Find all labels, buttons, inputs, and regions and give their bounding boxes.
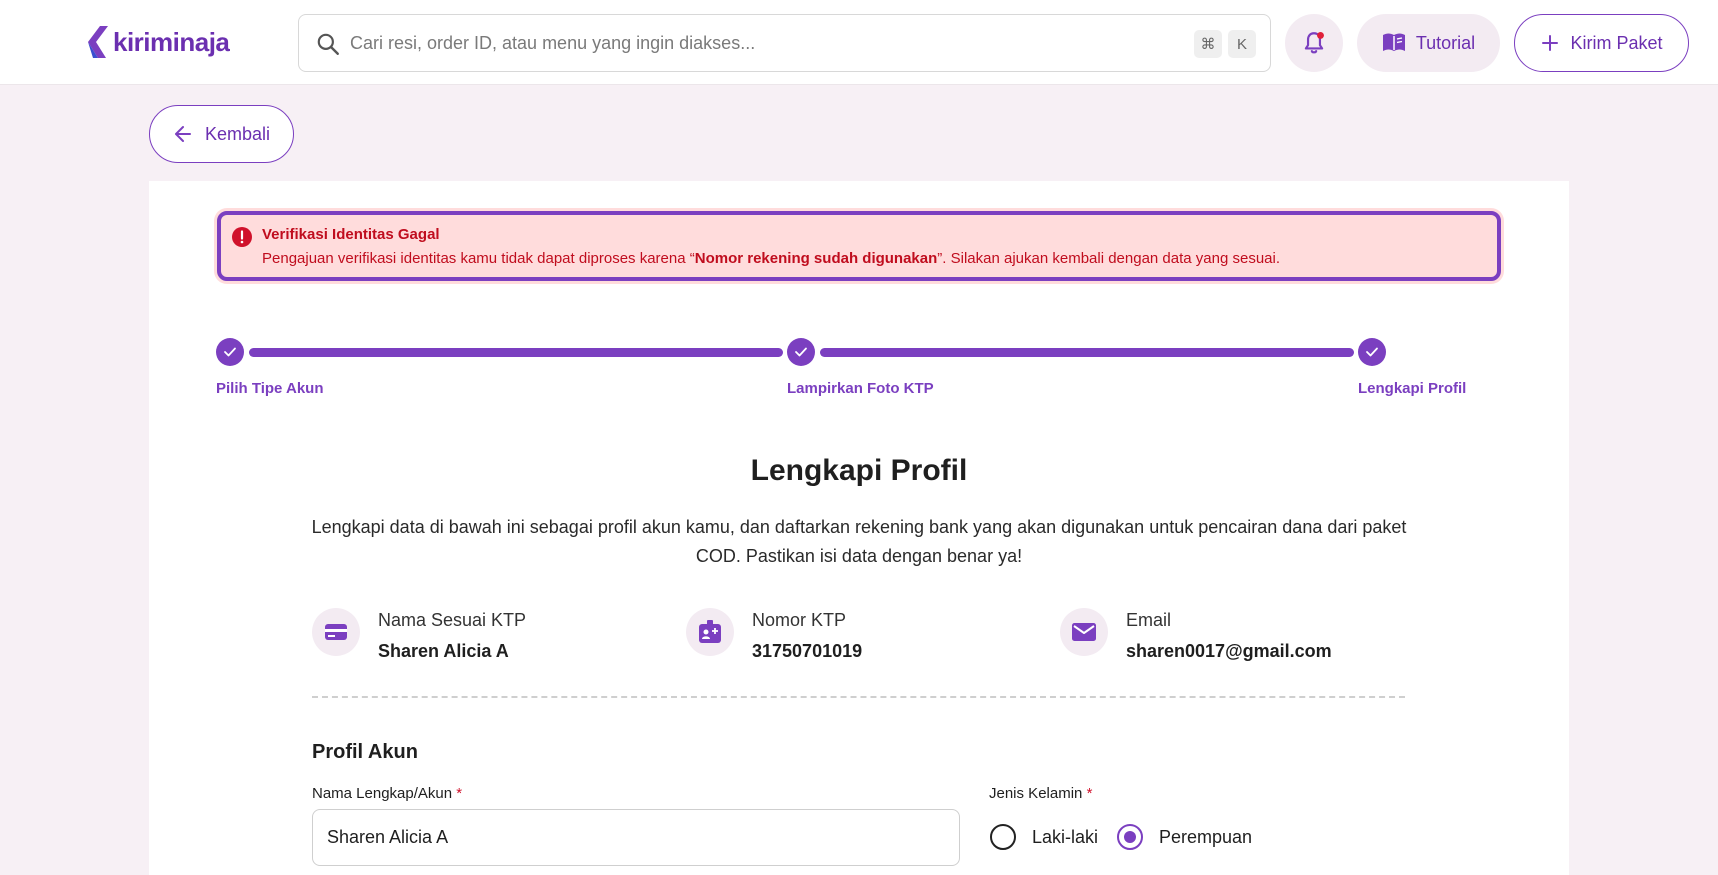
bell-icon [1304,31,1324,54]
radio-laki-laki-label: Laki-laki [1032,826,1099,847]
info-ktp: Nomor KTP 31750701019 [686,608,862,662]
gender-field-label-text: Jenis Kelamin [989,785,1083,802]
alert-message-prefix: Pengajuan verifikasi identitas kamu tida… [262,250,695,267]
step-2-line [820,348,1354,357]
radio-perempuan[interactable]: Perempuan [1117,824,1252,850]
page-description: Lengkapi data di bawah ini sebagai profi… [311,517,1407,566]
radio-perempuan-circle[interactable] [1117,824,1143,850]
step-1-line [249,348,783,357]
back-button[interactable]: Kembali [149,105,294,163]
alert-message-bold: Nomor rekening sudah digunakan [694,250,938,267]
required-mark: * [1086,785,1093,802]
tutorial-label: Tutorial [1415,32,1476,53]
radio-laki-laki[interactable]: Laki-laki [990,824,1098,850]
stepper: Pilih Tipe Akun Lampirkan Foto KTP Lengk… [216,338,1506,398]
page-title: Lengkapi Profil [750,454,968,487]
logo[interactable]: kiriminaja [86,24,230,60]
section-divider [312,696,1405,698]
logo-text: kiriminaja [113,26,230,57]
full-name-input[interactable] [312,809,960,866]
info-name-value: Sharen Alicia A [378,641,509,661]
info-ktp-value: 31750701019 [752,641,863,661]
name-field-label-text: Nama Lengkap/Akun [312,785,453,802]
info-name-label: Nama Sesuai KTP [378,610,527,630]
top-bar: kiriminaja ⌘ K Tutorial Kirim Pake [0,0,1718,85]
check-icon [795,347,807,357]
plus-icon [1542,35,1559,51]
shortcut-key-cmd: ⌘ [1194,30,1222,58]
tutorial-button[interactable]: Tutorial [1357,14,1500,72]
check-icon [1366,347,1378,357]
search-bar[interactable]: ⌘ K [298,14,1271,72]
check-icon [224,347,236,357]
info-email-label: Email [1126,610,1172,630]
step-3-label: Lengkapi Profil [1358,380,1467,397]
section-title-profil-akun: Profil Akun [312,741,418,763]
info-ktp-label: Nomor KTP [752,610,847,630]
step-2-label: Lampirkan Foto KTP [787,380,934,397]
info-email-icon-wrap [1060,608,1108,656]
kirim-paket-label: Kirim Paket [1570,32,1663,53]
alert-message-suffix: ”. Silakan ajukan kembali dengan data ya… [937,250,1281,267]
step-3-dot [1358,338,1386,366]
logo-mark-icon [88,26,108,58]
required-mark: * [456,785,463,802]
step-1-label: Pilih Tipe Akun [216,380,324,397]
gender-field-label: Jenis Kelamin * [989,785,1092,802]
name-field-label: Nama Lengkap/Akun * [312,785,462,802]
radio-laki-laki-circle[interactable] [990,824,1016,850]
alert-message: Pengajuan verifikasi identitas kamu tida… [262,250,1280,267]
info-name-icon-wrap [312,608,360,656]
book-icon [1382,33,1405,51]
mail-icon [1072,623,1096,641]
error-alert: Verifikasi Identitas Gagal Pengajuan ver… [217,211,1501,281]
shortcut-key-k: K [1228,30,1256,58]
alert-title: Verifikasi Identitas Gagal [262,226,440,243]
id-badge-icon [699,620,721,643]
info-email: Email sharen0017@gmail.com [1060,608,1332,662]
notification-button[interactable] [1285,14,1343,72]
search-icon [317,33,339,55]
back-label: Kembali [204,123,271,144]
main-card: Verifikasi Identitas Gagal Pengajuan ver… [149,181,1569,875]
search-input[interactable] [350,25,1150,61]
error-icon [232,227,252,247]
step-2-dot [787,338,815,366]
card-icon [325,624,347,640]
info-ktp-icon-wrap [686,608,734,656]
step-1-dot [216,338,244,366]
info-name: Nama Sesuai KTP Sharen Alicia A [312,608,526,662]
kirim-paket-button[interactable]: Kirim Paket [1514,14,1689,72]
arrow-left-icon [174,126,191,142]
radio-perempuan-label: Perempuan [1159,826,1253,847]
info-email-value: sharen0017@gmail.com [1126,641,1332,661]
